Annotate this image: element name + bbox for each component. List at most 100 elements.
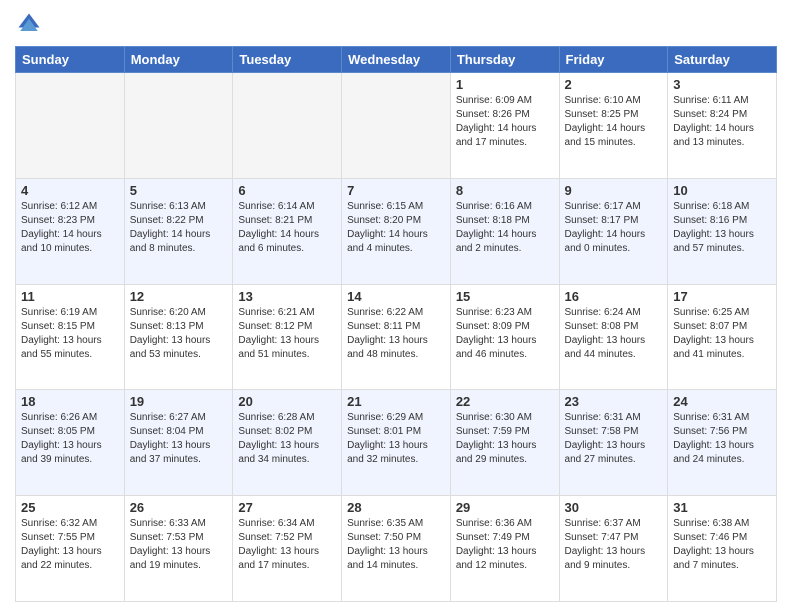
calendar-cell: 31 Sunrise: 6:38 AM Sunset: 7:46 PM Dayli… [668, 496, 777, 602]
calendar-cell: 18 Sunrise: 6:26 AM Sunset: 8:05 PM Dayli… [16, 390, 125, 496]
day-number: 24 [673, 394, 771, 409]
calendar-cell: 26 Sunrise: 6:33 AM Sunset: 7:53 PM Dayli… [124, 496, 233, 602]
day-number: 5 [130, 183, 228, 198]
calendar-cell: 6 Sunrise: 6:14 AM Sunset: 8:21 PM Daylig… [233, 178, 342, 284]
calendar-week-1: 4 Sunrise: 6:12 AM Sunset: 8:23 PM Daylig… [16, 178, 777, 284]
day-info: Sunrise: 6:23 AM Sunset: 8:09 PM Dayligh… [456, 306, 554, 362]
day-info: Sunrise: 6:13 AM Sunset: 8:22 PM Dayligh… [130, 200, 228, 256]
page: SundayMondayTuesdayWednesdayThursdayFrid… [0, 0, 792, 612]
day-number: 1 [456, 77, 554, 92]
day-number: 20 [238, 394, 336, 409]
calendar-cell: 14 Sunrise: 6:22 AM Sunset: 8:11 PM Dayli… [342, 284, 451, 390]
calendar-cell: 13 Sunrise: 6:21 AM Sunset: 8:12 PM Dayli… [233, 284, 342, 390]
calendar-cell: 1 Sunrise: 6:09 AM Sunset: 8:26 PM Daylig… [450, 73, 559, 179]
day-info: Sunrise: 6:20 AM Sunset: 8:13 PM Dayligh… [130, 306, 228, 362]
calendar-cell: 27Sunrise: 6:34 AM Sunset: 7:52 PM Dayli… [233, 496, 342, 602]
day-number: 6 [238, 183, 336, 198]
logo [15, 10, 47, 38]
day-info: Sunrise: 6:09 AM Sunset: 8:26 PM Dayligh… [456, 94, 554, 150]
calendar-cell: 16 Sunrise: 6:24 AM Sunset: 8:08 PM Dayli… [559, 284, 668, 390]
header-saturday: Saturday [668, 47, 777, 73]
day-number: 15 [456, 289, 554, 304]
calendar-cell: 25Sunrise: 6:32 AM Sunset: 7:55 PM Dayli… [16, 496, 125, 602]
calendar-week-2: 11 Sunrise: 6:19 AM Sunset: 8:15 PM Dayli… [16, 284, 777, 390]
day-number: 3 [673, 77, 771, 92]
calendar-cell: 9 Sunrise: 6:17 AM Sunset: 8:17 PM Daylig… [559, 178, 668, 284]
day-info: Sunrise: 6:21 AM Sunset: 8:12 PM Dayligh… [238, 306, 336, 362]
header-thursday: Thursday [450, 47, 559, 73]
header-wednesday: Wednesday [342, 47, 451, 73]
day-info: Sunrise: 6:12 AM Sunset: 8:23 PM Dayligh… [21, 200, 119, 256]
day-number: 2 [565, 77, 663, 92]
calendar-cell: 11 Sunrise: 6:19 AM Sunset: 8:15 PM Dayli… [16, 284, 125, 390]
header-tuesday: Tuesday [233, 47, 342, 73]
calendar-cell [124, 73, 233, 179]
day-number: 30 [565, 500, 663, 515]
calendar-cell: 4 Sunrise: 6:12 AM Sunset: 8:23 PM Daylig… [16, 178, 125, 284]
calendar-week-3: 18 Sunrise: 6:26 AM Sunset: 8:05 PM Dayli… [16, 390, 777, 496]
header-sunday: Sunday [16, 47, 125, 73]
day-info: Sunrise: 6:19 AM Sunset: 8:15 PM Dayligh… [21, 306, 119, 362]
day-number: 17 [673, 289, 771, 304]
day-info: Sunrise: 6:38 AM Sunset: 7:46 PM Dayligh… [673, 517, 771, 573]
day-info: Sunrise: 6:11 AM Sunset: 8:24 PM Dayligh… [673, 94, 771, 150]
calendar-cell: 3 Sunrise: 6:11 AM Sunset: 8:24 PM Daylig… [668, 73, 777, 179]
calendar-cell [16, 73, 125, 179]
day-info: Sunrise: 6:14 AM Sunset: 8:21 PM Dayligh… [238, 200, 336, 256]
calendar-cell: 20Sunrise: 6:28 AM Sunset: 8:02 PM Dayli… [233, 390, 342, 496]
day-number: 26 [130, 500, 228, 515]
day-info: Sunrise: 6:10 AM Sunset: 8:25 PM Dayligh… [565, 94, 663, 150]
calendar-cell: 21 Sunrise: 6:29 AM Sunset: 8:01 PM Dayli… [342, 390, 451, 496]
calendar-cell: 7 Sunrise: 6:15 AM Sunset: 8:20 PM Daylig… [342, 178, 451, 284]
day-number: 8 [456, 183, 554, 198]
day-info: Sunrise: 6:27 AM Sunset: 8:04 PM Dayligh… [130, 411, 228, 467]
day-number: 25 [21, 500, 119, 515]
day-number: 16 [565, 289, 663, 304]
day-info: Sunrise: 6:31 AM Sunset: 7:58 PM Dayligh… [565, 411, 663, 467]
day-info: Sunrise: 6:36 AM Sunset: 7:49 PM Dayligh… [456, 517, 554, 573]
calendar-cell: 15 Sunrise: 6:23 AM Sunset: 8:09 PM Dayli… [450, 284, 559, 390]
day-number: 22 [456, 394, 554, 409]
day-number: 7 [347, 183, 445, 198]
calendar-cell: 2 Sunrise: 6:10 AM Sunset: 8:25 PM Daylig… [559, 73, 668, 179]
header-friday: Friday [559, 47, 668, 73]
day-info: Sunrise: 6:24 AM Sunset: 8:08 PM Dayligh… [565, 306, 663, 362]
day-info: Sunrise: 6:29 AM Sunset: 8:01 PM Dayligh… [347, 411, 445, 467]
calendar-cell: 23Sunrise: 6:31 AM Sunset: 7:58 PM Dayli… [559, 390, 668, 496]
day-number: 13 [238, 289, 336, 304]
calendar-cell: 17Sunrise: 6:25 AM Sunset: 8:07 PM Dayli… [668, 284, 777, 390]
calendar-cell: 24Sunrise: 6:31 AM Sunset: 7:56 PM Dayli… [668, 390, 777, 496]
day-number: 9 [565, 183, 663, 198]
day-number: 28 [347, 500, 445, 515]
day-number: 21 [347, 394, 445, 409]
calendar-cell: 28 Sunrise: 6:35 AM Sunset: 7:50 PM Dayli… [342, 496, 451, 602]
day-info: Sunrise: 6:37 AM Sunset: 7:47 PM Dayligh… [565, 517, 663, 573]
calendar-cell [342, 73, 451, 179]
calendar-week-0: 1 Sunrise: 6:09 AM Sunset: 8:26 PM Daylig… [16, 73, 777, 179]
calendar-cell: 30 Sunrise: 6:37 AM Sunset: 7:47 PM Dayli… [559, 496, 668, 602]
day-info: Sunrise: 6:35 AM Sunset: 7:50 PM Dayligh… [347, 517, 445, 573]
day-number: 10 [673, 183, 771, 198]
day-number: 11 [21, 289, 119, 304]
calendar-header-row: SundayMondayTuesdayWednesdayThursdayFrid… [16, 47, 777, 73]
calendar-table: SundayMondayTuesdayWednesdayThursdayFrid… [15, 46, 777, 602]
header [15, 10, 777, 38]
day-info: Sunrise: 6:33 AM Sunset: 7:53 PM Dayligh… [130, 517, 228, 573]
calendar-cell: 12 Sunrise: 6:20 AM Sunset: 8:13 PM Dayli… [124, 284, 233, 390]
calendar-cell: 8Sunrise: 6:16 AM Sunset: 8:18 PM Daylig… [450, 178, 559, 284]
day-number: 31 [673, 500, 771, 515]
day-number: 18 [21, 394, 119, 409]
day-info: Sunrise: 6:15 AM Sunset: 8:20 PM Dayligh… [347, 200, 445, 256]
day-info: Sunrise: 6:18 AM Sunset: 8:16 PM Dayligh… [673, 200, 771, 256]
day-info: Sunrise: 6:26 AM Sunset: 8:05 PM Dayligh… [21, 411, 119, 467]
day-info: Sunrise: 6:17 AM Sunset: 8:17 PM Dayligh… [565, 200, 663, 256]
day-number: 14 [347, 289, 445, 304]
day-info: Sunrise: 6:30 AM Sunset: 7:59 PM Dayligh… [456, 411, 554, 467]
logo-icon [15, 10, 43, 38]
calendar-cell: 5 Sunrise: 6:13 AM Sunset: 8:22 PM Daylig… [124, 178, 233, 284]
calendar-week-4: 25Sunrise: 6:32 AM Sunset: 7:55 PM Dayli… [16, 496, 777, 602]
day-number: 12 [130, 289, 228, 304]
day-info: Sunrise: 6:22 AM Sunset: 8:11 PM Dayligh… [347, 306, 445, 362]
day-number: 4 [21, 183, 119, 198]
calendar-cell: 29Sunrise: 6:36 AM Sunset: 7:49 PM Dayli… [450, 496, 559, 602]
